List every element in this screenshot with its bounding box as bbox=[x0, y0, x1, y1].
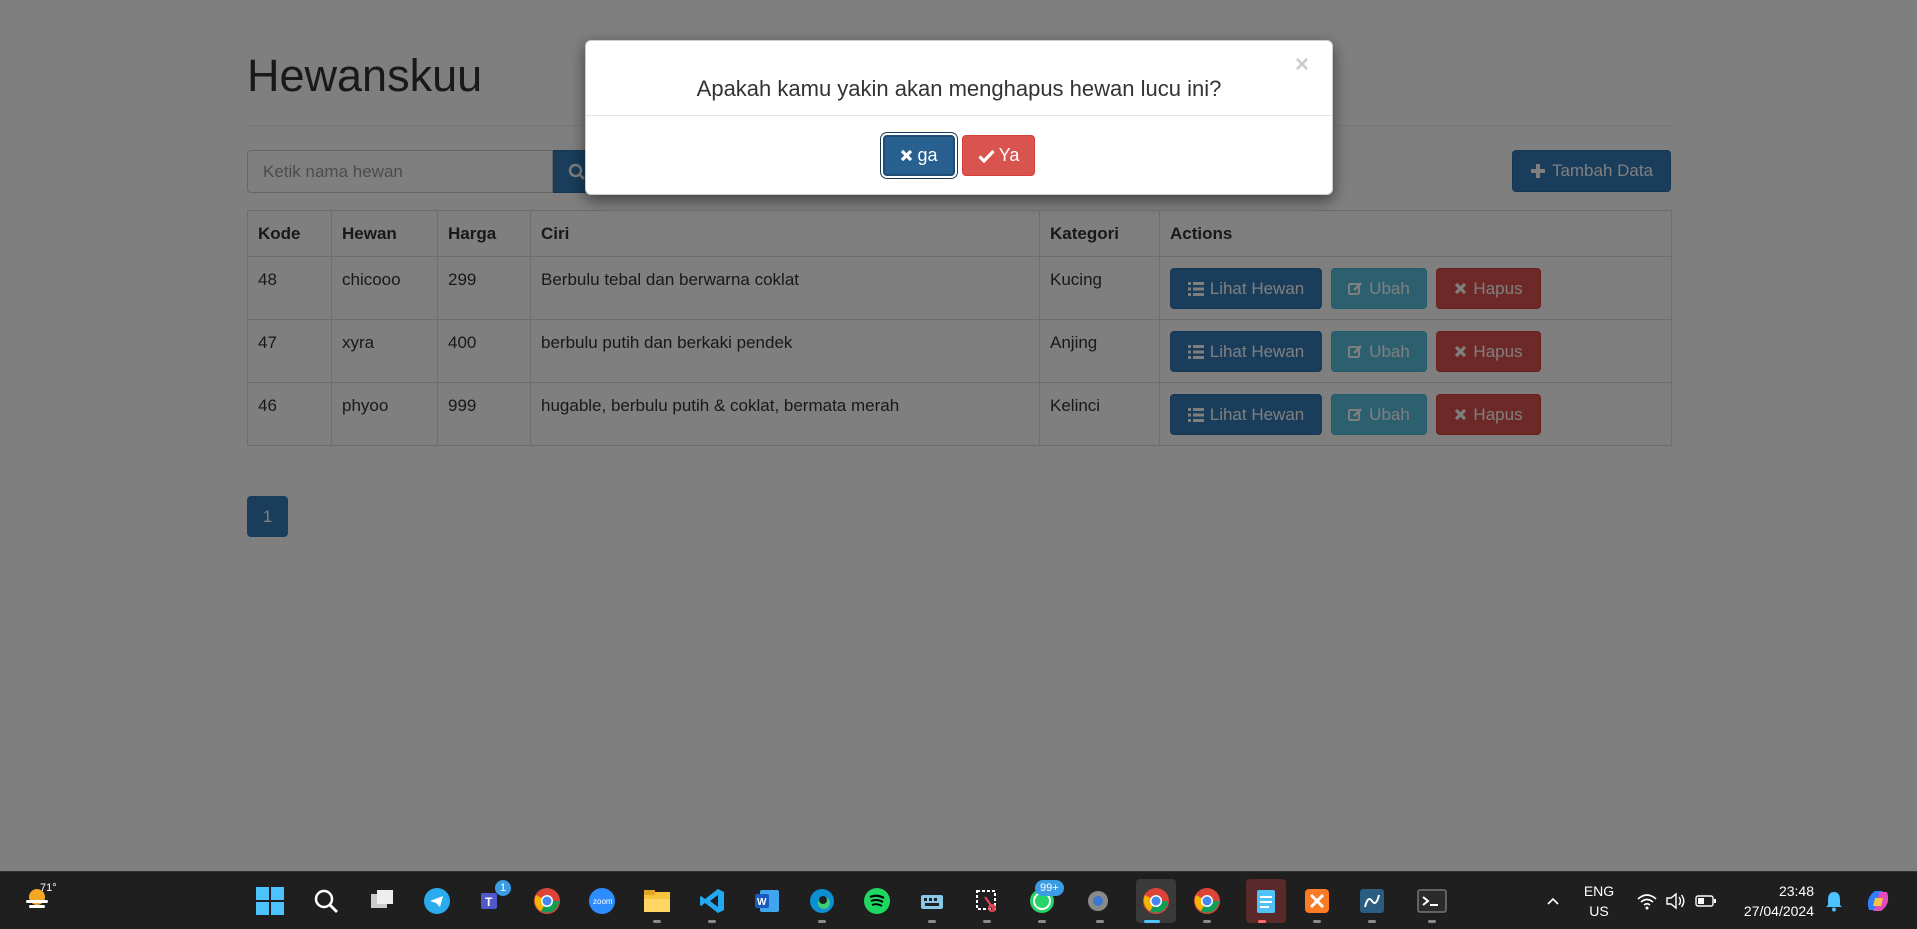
svg-text:zoom: zoom bbox=[593, 897, 613, 906]
snipping-running-indicator bbox=[983, 920, 991, 923]
cancel-label: ga bbox=[917, 145, 938, 165]
language-indicator[interactable]: ENG US bbox=[1578, 881, 1620, 921]
explorer-running-indicator bbox=[653, 920, 661, 923]
file-explorer-icon[interactable] bbox=[641, 885, 673, 917]
volume-icon[interactable] bbox=[1660, 885, 1692, 917]
vscode-running-indicator bbox=[708, 920, 716, 923]
clock-date: 27/04/2024 bbox=[1743, 903, 1814, 919]
terminal-running-indicator bbox=[1428, 920, 1436, 923]
svg-text:W: W bbox=[757, 897, 767, 908]
language-line-1: ENG bbox=[1583, 883, 1615, 899]
notepad-running-indicator bbox=[1258, 920, 1266, 923]
notepad-icon[interactable] bbox=[1246, 879, 1286, 923]
notification-bell-icon[interactable] bbox=[1818, 885, 1850, 917]
settings-running-indicator bbox=[1096, 920, 1104, 923]
battery-icon[interactable] bbox=[1690, 885, 1722, 917]
zoom-icon[interactable]: zoom bbox=[586, 885, 618, 917]
close-icon bbox=[901, 149, 913, 162]
chrome-profile-icon[interactable] bbox=[1191, 885, 1223, 917]
chrome-icon[interactable] bbox=[531, 885, 563, 917]
check-icon bbox=[978, 149, 995, 163]
language-line-2: US bbox=[1589, 903, 1609, 919]
modal-header: × Apakah kamu yakin akan menghapus hewan… bbox=[586, 41, 1332, 116]
teams-badge: 1 bbox=[495, 880, 512, 896]
modal-footer: ga Ya bbox=[586, 135, 1332, 176]
chrome-profile-running-indicator bbox=[1203, 920, 1211, 923]
whatsapp-badge: 99+ bbox=[1035, 880, 1064, 896]
telegram-icon[interactable] bbox=[421, 885, 453, 917]
keyboard-app-icon[interactable] bbox=[916, 885, 948, 917]
confirm-button[interactable]: Ya bbox=[962, 135, 1035, 176]
modal-question: Apakah kamu yakin akan menghapus hewan l… bbox=[696, 76, 1222, 101]
temperature: 71° bbox=[40, 882, 57, 894]
wifi-icon[interactable] bbox=[1631, 885, 1663, 917]
vscode-icon[interactable] bbox=[696, 885, 728, 917]
snipping-tool-icon[interactable] bbox=[971, 885, 1003, 917]
spotify-icon[interactable] bbox=[861, 885, 893, 917]
taskbar: 71° T 1 zoom W 99+ ENG US 23:48 27/04/20… bbox=[0, 871, 1917, 929]
cancel-button[interactable]: ga bbox=[883, 135, 955, 176]
workbench-running-indicator bbox=[1368, 920, 1376, 923]
task-view-icon[interactable] bbox=[366, 885, 398, 917]
edge-icon[interactable] bbox=[806, 885, 838, 917]
svg-text:T: T bbox=[485, 895, 493, 909]
xampp-running-indicator bbox=[1313, 920, 1321, 923]
chrome-active-icon[interactable] bbox=[1136, 879, 1176, 923]
xampp-icon[interactable] bbox=[1301, 885, 1333, 917]
keyboard-running-indicator bbox=[928, 920, 936, 923]
modal-close-button[interactable]: × bbox=[1295, 53, 1309, 77]
confirm-delete-modal: × Apakah kamu yakin akan menghapus hewan… bbox=[585, 40, 1333, 195]
start-icon[interactable] bbox=[254, 885, 286, 917]
edge-running-indicator bbox=[818, 920, 826, 923]
mysql-workbench-icon[interactable] bbox=[1356, 885, 1388, 917]
word-icon[interactable]: W bbox=[751, 885, 783, 917]
chevron-up-icon[interactable] bbox=[1537, 885, 1569, 917]
confirm-label: Ya bbox=[998, 145, 1020, 165]
chrome-active-indicator bbox=[1144, 920, 1160, 923]
copilot-icon[interactable] bbox=[1862, 885, 1894, 917]
search-icon[interactable] bbox=[310, 885, 342, 917]
whatsapp-running-indicator bbox=[1038, 920, 1046, 923]
terminal-icon[interactable] bbox=[1416, 885, 1448, 917]
settings-app-icon[interactable] bbox=[1082, 885, 1114, 917]
clock-time: 23:48 bbox=[1778, 883, 1814, 899]
clock[interactable]: 23:48 27/04/2024 bbox=[1726, 881, 1814, 921]
